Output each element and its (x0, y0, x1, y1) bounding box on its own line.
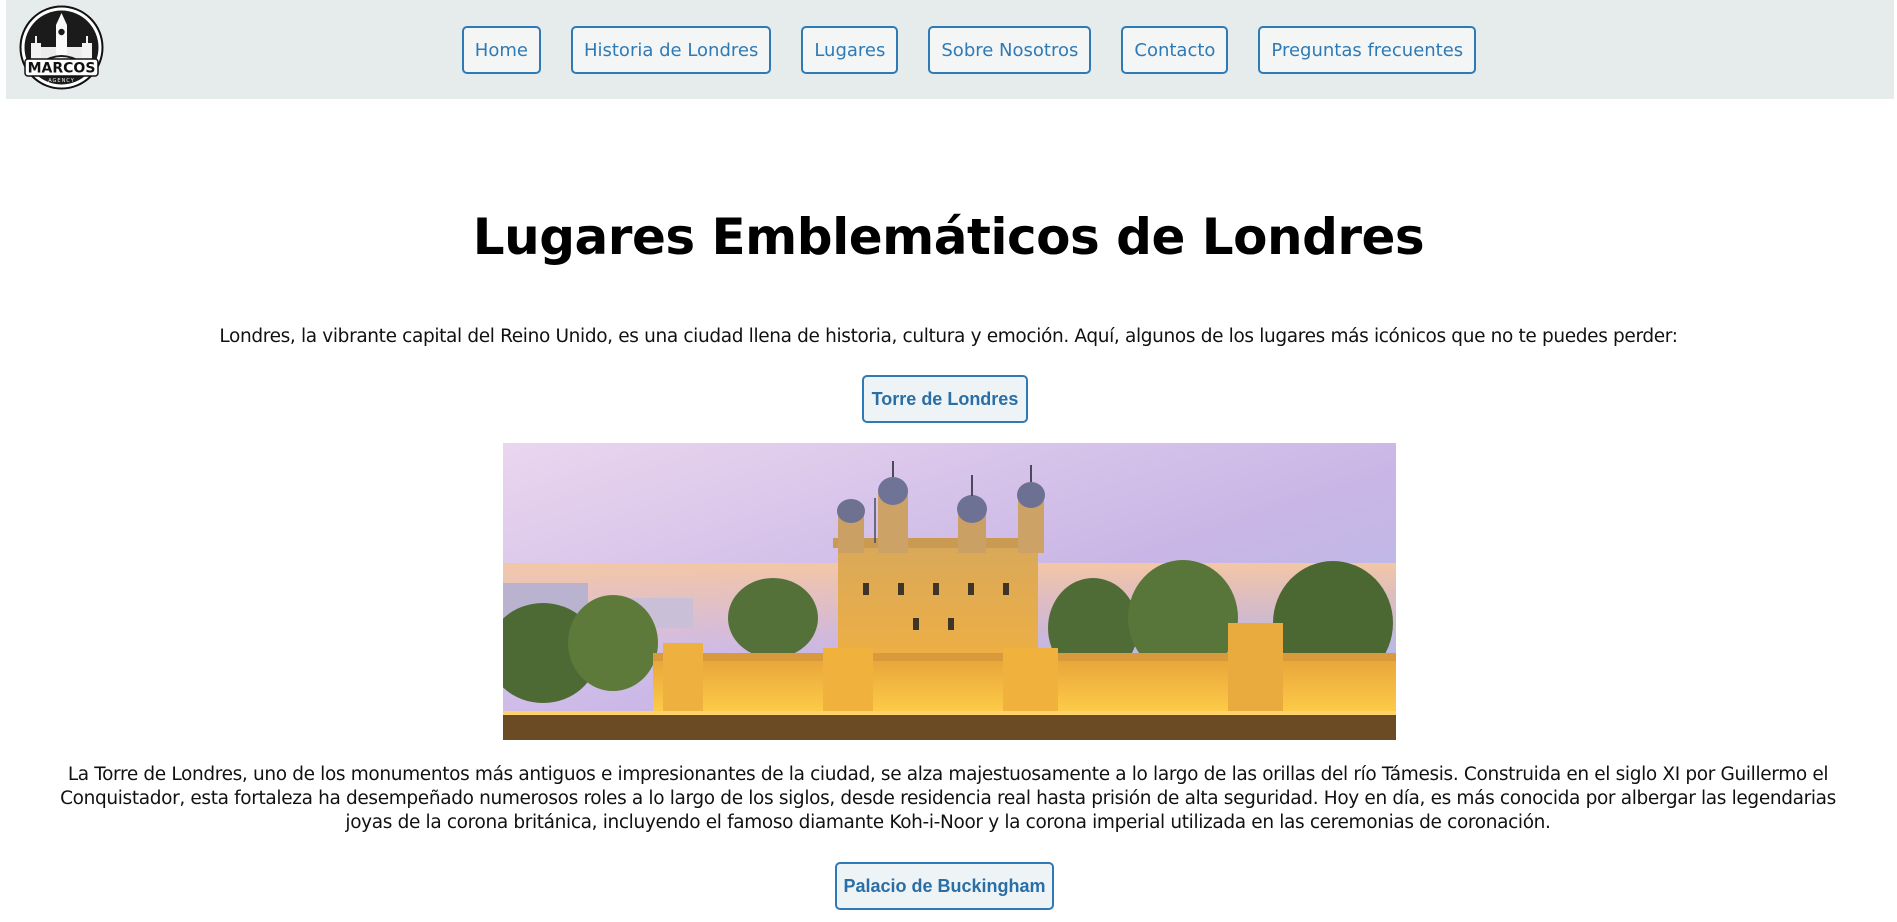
page-title: Lugares Emblemáticos de Londres (472, 208, 1425, 266)
nav-sobre-nosotros[interactable]: Sobre Nosotros (928, 26, 1092, 74)
torre-de-londres-description: La Torre de Londres, uno de los monument… (60, 764, 1836, 833)
tower-of-london-photo (503, 443, 1396, 740)
nav-lugares[interactable]: Lugares (801, 26, 899, 74)
nav-historia-de-londres[interactable]: Historia de Londres (570, 26, 772, 74)
logo-subtext: AGENCY (48, 78, 75, 84)
nav-home[interactable]: Home (461, 26, 541, 74)
palacio-de-buckingham-button[interactable]: Palacio de Buckingham (835, 862, 1054, 910)
nav-contacto[interactable]: Contacto (1121, 26, 1229, 74)
intro-text: Londres, la vibrante capital del Reino U… (219, 326, 1678, 347)
torre-de-londres-button[interactable]: Torre de Londres (862, 375, 1028, 423)
navbar: MARCOS AGENCY Home Historia de Londres L… (6, 0, 1894, 99)
main-nav: Home Historia de Londres Lugares Sobre N… (6, 26, 1894, 74)
nav-preguntas-frecuentes[interactable]: Preguntas frecuentes (1258, 26, 1477, 74)
